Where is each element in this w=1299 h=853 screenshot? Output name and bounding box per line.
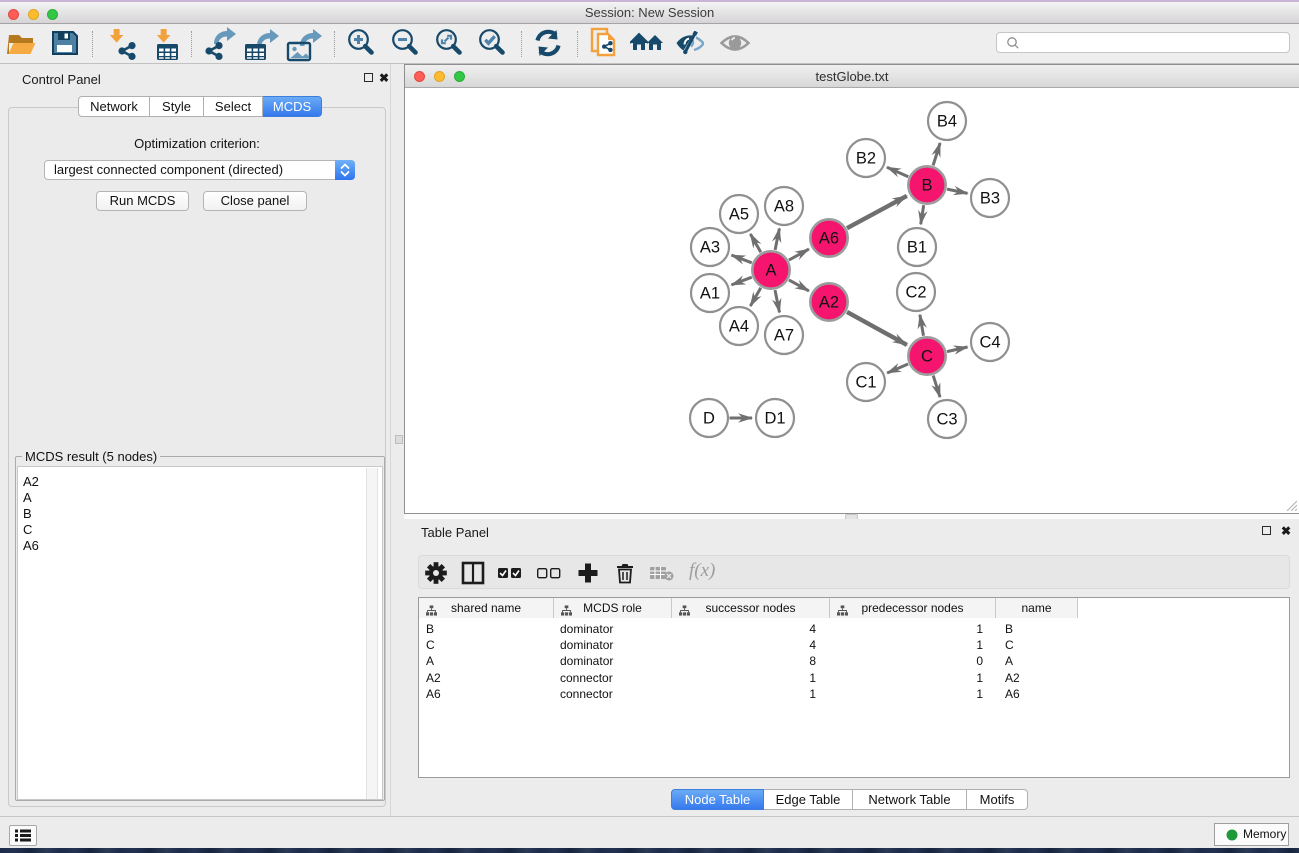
svg-text:A1: A1: [700, 285, 720, 303]
svg-text:A2: A2: [819, 294, 839, 312]
svg-text:C3: C3: [936, 411, 957, 429]
svg-text:B1: B1: [907, 239, 927, 257]
svg-text:D1: D1: [764, 410, 785, 428]
svg-text:B2: B2: [856, 150, 876, 168]
svg-text:C4: C4: [979, 334, 1000, 352]
svg-text:B3: B3: [980, 190, 1000, 208]
svg-text:C: C: [921, 348, 933, 366]
svg-text:C2: C2: [905, 284, 926, 302]
svg-text:D: D: [703, 410, 715, 428]
svg-text:C1: C1: [855, 374, 876, 392]
svg-text:A8: A8: [774, 198, 794, 216]
svg-text:A4: A4: [729, 318, 749, 336]
svg-text:B4: B4: [937, 113, 957, 131]
svg-text:A7: A7: [774, 327, 794, 345]
svg-text:A5: A5: [729, 206, 749, 224]
svg-text:A6: A6: [819, 230, 839, 248]
svg-text:A3: A3: [700, 239, 720, 257]
svg-text:B: B: [921, 177, 932, 195]
svg-text:A: A: [765, 262, 776, 280]
